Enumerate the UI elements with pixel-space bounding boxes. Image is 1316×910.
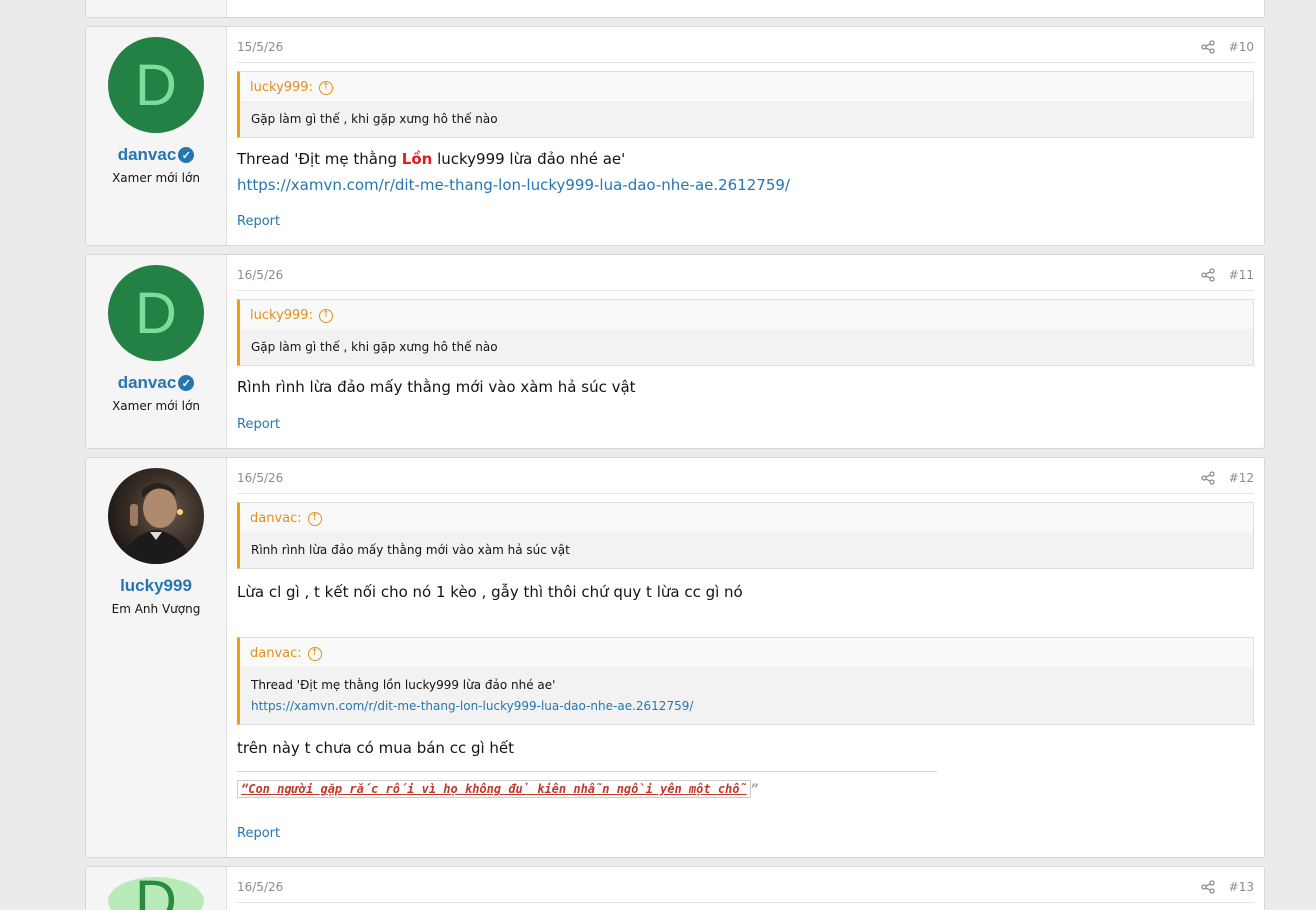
avatar[interactable]: D <box>108 877 204 910</box>
verified-icon: ✓ <box>178 375 195 391</box>
share-icon[interactable] <box>1201 471 1215 485</box>
post-number[interactable]: #11 <box>1229 268 1254 282</box>
post-date[interactable]: 16/5/26 <box>237 880 283 894</box>
arrow-up-icon[interactable]: ↑ <box>318 308 333 323</box>
post-main: 16/5/26 #12 danvac: ↑ Rình rình lừa đảo m… <box>227 458 1264 857</box>
verified-icon: ✓ <box>178 147 195 163</box>
user-box: lucky999 Em Anh Vượng <box>86 458 227 857</box>
quote-author[interactable]: lucky999: ↑ <box>240 300 1253 329</box>
username-text: danvac <box>117 145 177 164</box>
signature-quote: “Con người gặp rắc rối vì họ không đủ ki… <box>237 780 751 799</box>
avatar[interactable] <box>108 468 204 564</box>
post-body: Lừa cl gì , t kết nối cho nó 1 kèo , gẫy… <box>237 583 743 602</box>
quote-author-name: danvac: <box>250 511 302 526</box>
post-body: Rình rình lừa đảo mấy thằng mới vào xàm … <box>237 378 636 397</box>
quote-text: Rình rình lừa đảo mấy thằng mới vào xàm … <box>240 532 1253 569</box>
post-attribution: 16/5/26 #12 <box>237 458 1254 494</box>
quote-author[interactable]: lucky999: ↑ <box>240 72 1253 101</box>
post-number[interactable]: #12 <box>1229 471 1254 485</box>
quote-block: lucky999: ↑ Gặp làm gì thế , khi gặp xưng… <box>237 299 1254 367</box>
share-icon[interactable] <box>1201 880 1215 894</box>
signature-text: Con người gặp rắc rối vì họ không đủ kiê… <box>248 782 747 797</box>
user-title: Em Anh Vượng <box>111 602 201 616</box>
user-box <box>86 0 227 17</box>
post-link[interactable]: https://xamvn.com/r/dit-me-thang-lon-luc… <box>237 176 790 194</box>
username[interactable]: danvac ✓ <box>118 145 195 165</box>
user-box: D danvac ✓ Xamer mới lớn <box>86 27 227 245</box>
quote-author-name: lucky999: <box>250 80 313 95</box>
post-number[interactable]: #10 <box>1229 40 1254 54</box>
quote-link[interactable]: https://xamvn.com/r/dit-me-thang-lon-luc… <box>251 696 1242 716</box>
report-link[interactable]: Report <box>237 214 280 229</box>
post-body: Thread 'Địt mẹ thằng Lồn lucky999 lừa đả… <box>237 146 1254 198</box>
quote-text: Gặp làm gì thế , khi gặp xưng hô thế nào <box>240 329 1253 366</box>
report-link[interactable]: Report <box>237 826 280 841</box>
avatar[interactable]: D <box>108 37 204 133</box>
username-text: lucky999 <box>120 576 192 595</box>
post-10: D danvac ✓ Xamer mới lớn 15/5/26 #10 luck… <box>85 26 1265 246</box>
username[interactable]: danvac ✓ <box>118 373 195 393</box>
post-text: Thread 'Địt mẹ thằng <box>237 150 402 169</box>
quote-author-name: danvac: <box>250 646 302 662</box>
report-link[interactable]: Report <box>237 417 280 432</box>
post-partial-top <box>85 0 1265 18</box>
quote-block: lucky999: ↑ Gặp làm gì thế , khi gặp xưng… <box>237 71 1254 139</box>
avatar-initial: D <box>135 280 177 346</box>
post-text: lucky999 lừa đảo nhé ae' <box>432 150 626 169</box>
signature: “Con người gặp rắc rối vì họ không đủ ki… <box>237 771 937 799</box>
arrow-up-icon[interactable]: ↑ <box>307 511 322 526</box>
quote-author-name: lucky999: <box>250 308 313 323</box>
user-title: Xamer mới lớn <box>112 171 200 185</box>
post-12: lucky999 Em Anh Vượng 16/5/26 #12 danvac… <box>85 457 1265 858</box>
share-icon[interactable] <box>1201 40 1215 54</box>
post-date[interactable]: 15/5/26 <box>237 40 283 54</box>
user-box: D danvac ✓ Xamer mới lớn <box>86 255 227 448</box>
avatar-initial: D <box>135 52 177 118</box>
quote-block: danvac: ↑ Rình rình lừa đảo mấy thằng mới… <box>237 502 1254 570</box>
avatar[interactable]: D <box>108 265 204 361</box>
post-main: 16/5/26 #13 <box>227 867 1264 910</box>
post-attribution: 16/5/26 #13 <box>237 867 1254 903</box>
post-date[interactable]: 16/5/26 <box>237 471 283 485</box>
post-text-bold: Lồn <box>401 150 433 169</box>
username[interactable]: lucky999 <box>120 576 192 596</box>
post-main: 15/5/26 #10 lucky999: ↑ Gặp làm gì thế , … <box>227 27 1264 245</box>
post-11: D danvac ✓ Xamer mới lớn 16/5/26 #11 luck… <box>85 254 1265 449</box>
quote-block: danvac: ↑ Thread 'Địt mẹ thằng lồn lucky9… <box>237 637 1254 726</box>
post-number[interactable]: #13 <box>1229 880 1254 894</box>
arrow-up-icon[interactable]: ↑ <box>307 646 322 661</box>
quote-author[interactable]: danvac: ↑ <box>240 638 1253 668</box>
post-date[interactable]: 16/5/26 <box>237 268 283 282</box>
post-attribution: 16/5/26 #11 <box>237 255 1254 291</box>
avatar-initial: D <box>135 877 177 910</box>
post-main: 16/5/26 #11 lucky999: ↑ Gặp làm gì thế , … <box>227 255 1264 448</box>
user-title: Xamer mới lớn <box>112 399 200 413</box>
avatar-photo-icon <box>122 483 192 564</box>
quote-text: Gặp làm gì thế , khi gặp xưng hô thế nào <box>240 101 1253 138</box>
user-box: D <box>86 867 227 910</box>
arrow-up-icon[interactable]: ↑ <box>318 80 333 95</box>
signature-close-quote: ” <box>750 782 758 797</box>
quote-text: Thread 'Địt mẹ thằng lồn lucky999 lừa đả… <box>240 667 1253 725</box>
post-attribution: 15/5/26 #10 <box>237 27 1254 63</box>
username-text: danvac <box>117 373 177 392</box>
quote-text-line: Thread 'Địt mẹ thằng lồn lucky999 lừa đả… <box>251 678 556 693</box>
post-13: D 16/5/26 #13 <box>85 866 1265 910</box>
post-main <box>227 0 1264 17</box>
share-icon[interactable] <box>1201 268 1215 282</box>
post-body-2: trên này t chưa có mua bán cc gì hết <box>237 739 515 758</box>
quote-author[interactable]: danvac: ↑ <box>240 503 1253 532</box>
